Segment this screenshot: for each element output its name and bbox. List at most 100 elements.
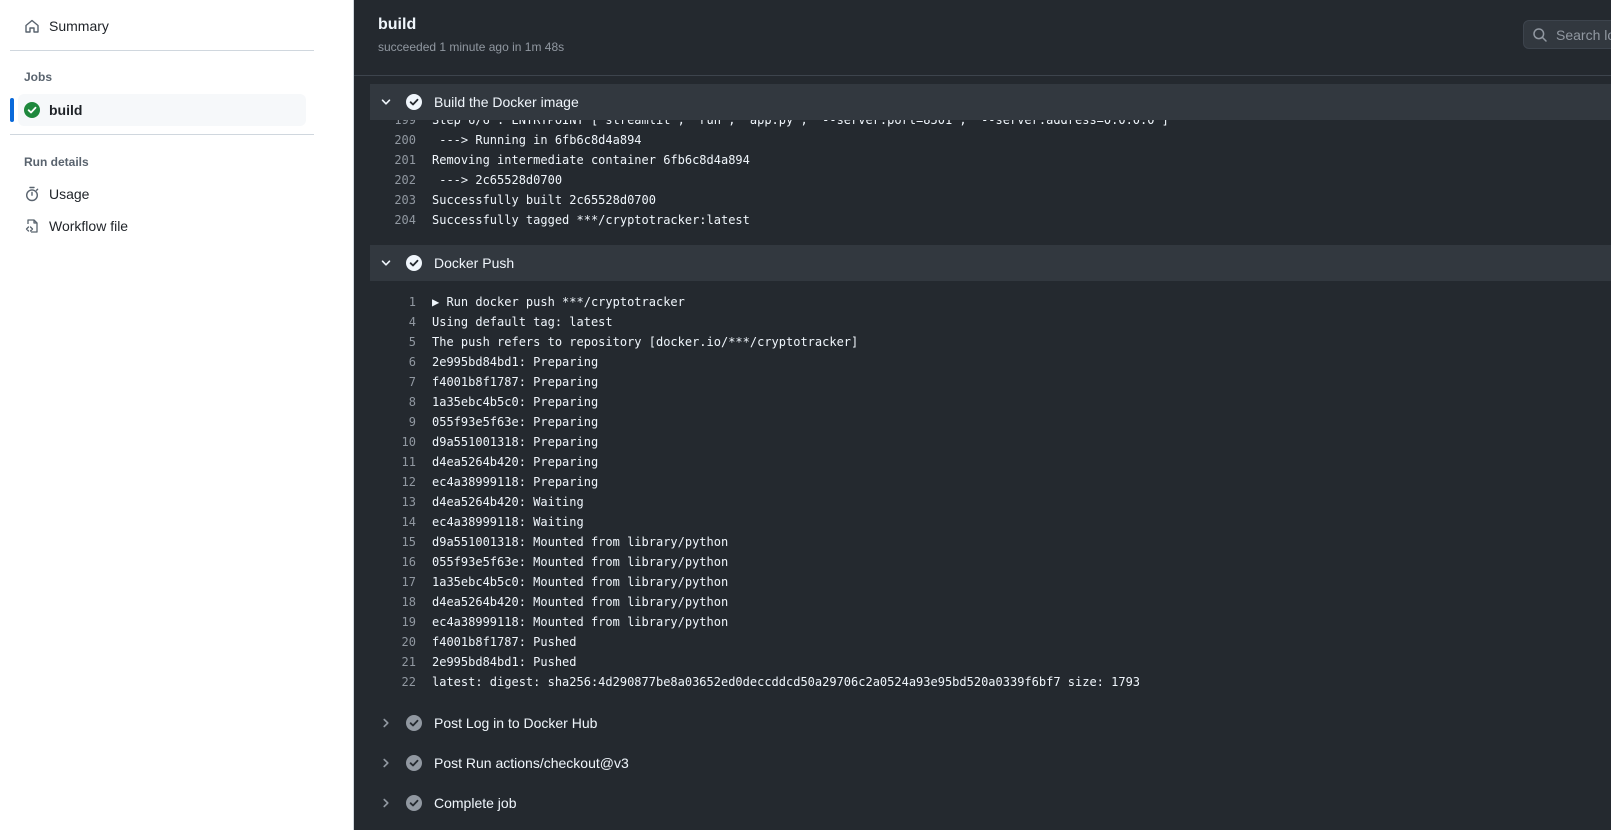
sidebar-divider (10, 134, 314, 135)
sidebar-item-build[interactable]: build (18, 94, 306, 126)
log-line: 13 d4ea5264b420: Waiting (370, 492, 1611, 512)
log-text: Successfully built 2c65528d0700 (432, 193, 656, 207)
line-number[interactable]: 202 (370, 173, 416, 187)
log-text: d4ea5264b420: Preparing (432, 455, 599, 469)
log-line: 199 Step 6/6 : ENTRYPOINT ["streamlit", "… (370, 120, 1611, 130)
log-line: 10 d9a551001318: Preparing (370, 432, 1611, 452)
line-number[interactable]: 1 (370, 295, 416, 309)
log-line: 203 Successfully built 2c65528d0700 (370, 190, 1611, 210)
step-title: Complete job (434, 795, 517, 811)
log-line: 19 ec4a38999118: Mounted from library/pyt… (370, 612, 1611, 632)
log-line: 6 2e995bd84bd1: Preparing (370, 352, 1611, 372)
search-placeholder: Search lo (1556, 26, 1611, 43)
log-line: 18 d4ea5264b420: Mounted from library/pyt… (370, 592, 1611, 612)
line-number[interactable]: 6 (370, 355, 416, 369)
line-number[interactable]: 7 (370, 375, 416, 389)
log-line: 204 Successfully tagged ***/cryptotracker… (370, 210, 1611, 230)
log-text: d4ea5264b420: Mounted from library/pytho… (432, 595, 729, 609)
log-line: 1 ▶ Run docker push ***/cryptotracker (370, 292, 1611, 312)
line-number[interactable]: 14 (370, 515, 416, 529)
line-number[interactable]: 5 (370, 335, 416, 349)
line-number[interactable]: 201 (370, 153, 416, 167)
log-line: 12 ec4a38999118: Preparing (370, 472, 1611, 492)
log-line: 16 055f93e5f63e: Mounted from library/pyt… (370, 552, 1611, 572)
step-build-docker-image[interactable]: Build the Docker image (370, 84, 1611, 120)
line-number[interactable]: 16 (370, 555, 416, 569)
build-image-log: 199 Step 6/6 : ENTRYPOINT ["streamlit", "… (370, 120, 1611, 237)
line-number[interactable]: 17 (370, 575, 416, 589)
log-text: f4001b8f1787: Pushed (432, 635, 577, 649)
check-circle-icon (406, 94, 422, 110)
docker-push-log: 1 ▶ Run docker push ***/cryptotracker 4 Usi… (370, 292, 1611, 692)
sidebar-item-usage[interactable]: Usage (18, 178, 306, 210)
log-line: 7 f4001b8f1787: Preparing (370, 372, 1611, 392)
step-post-checkout[interactable]: Post Run actions/checkout@v3 (370, 745, 1611, 781)
line-number[interactable]: 200 (370, 133, 416, 147)
check-circle-icon (406, 795, 422, 811)
chevron-right-icon (378, 795, 394, 811)
line-number[interactable]: 20 (370, 635, 416, 649)
log-text: The push refers to repository [docker.io… (432, 335, 859, 349)
log-text: 055f93e5f63e: Preparing (432, 415, 599, 429)
chevron-down-icon (378, 94, 394, 110)
job-status: succeeded 1 minute ago in 1m 48s (378, 40, 565, 54)
log-text: d9a551001318: Mounted from library/pytho… (432, 535, 729, 549)
line-number[interactable]: 204 (370, 213, 416, 227)
line-number[interactable]: 8 (370, 395, 416, 409)
log-lines: 199 Step 6/6 : ENTRYPOINT ["streamlit", "… (370, 120, 1611, 230)
check-circle-icon (406, 255, 422, 271)
log-text: ---> Running in 6fb6c8d4a894 (432, 133, 642, 147)
search-logs-input[interactable]: Search lo (1523, 20, 1611, 49)
step-title: Post Log in to Docker Hub (434, 715, 598, 731)
line-number[interactable]: 18 (370, 595, 416, 609)
log-text: ---> 2c65528d0700 (432, 173, 563, 187)
line-number[interactable]: 21 (370, 655, 416, 669)
line-number[interactable]: 9 (370, 415, 416, 429)
search-icon (1532, 27, 1548, 43)
line-number[interactable]: 22 (370, 675, 416, 689)
log-text: ▶ Run docker push ***/cryptotracker (432, 295, 685, 309)
log-text: ec4a38999118: Waiting (432, 515, 584, 529)
log-text: Removing intermediate container 6fb6c8d4… (432, 153, 750, 167)
chevron-right-icon (378, 715, 394, 731)
check-circle-icon (406, 715, 422, 731)
sidebar-item-summary[interactable]: Summary (18, 10, 306, 42)
step-complete-job[interactable]: Complete job (370, 785, 1611, 821)
log-text: 055f93e5f63e: Mounted from library/pytho… (432, 555, 729, 569)
jobs-heading: Jobs (24, 70, 53, 84)
sidebar-item-label: Summary (49, 18, 109, 34)
line-number[interactable]: 12 (370, 475, 416, 489)
chevron-right-icon (378, 755, 394, 771)
sidebar-item-workflow-file[interactable]: Workflow file (18, 210, 306, 242)
file-code-icon (24, 218, 40, 234)
line-number[interactable]: 13 (370, 495, 416, 509)
log-line: 15 d9a551001318: Mounted from library/pyt… (370, 532, 1611, 552)
log-text: 2e995bd84bd1: Preparing (432, 355, 599, 369)
log-text: f4001b8f1787: Preparing (432, 375, 599, 389)
log-line: 8 1a35ebc4b5c0: Preparing (370, 392, 1611, 412)
log-panel: build succeeded 1 minute ago in 1m 48s S… (354, 0, 1611, 830)
step-title: Build the Docker image (434, 94, 579, 110)
line-number[interactable]: 19 (370, 615, 416, 629)
sidebar-item-label: build (49, 102, 83, 118)
line-number[interactable]: 203 (370, 193, 416, 207)
chevron-down-icon (378, 255, 394, 271)
step-post-login[interactable]: Post Log in to Docker Hub (370, 705, 1611, 741)
log-line: 4 Using default tag: latest (370, 312, 1611, 332)
log-line: 11 d4ea5264b420: Preparing (370, 452, 1611, 472)
log-line: 9 055f93e5f63e: Preparing (370, 412, 1611, 432)
log-text: Successfully tagged ***/cryptotracker:la… (432, 213, 750, 227)
line-number[interactable]: 15 (370, 535, 416, 549)
log-line: 17 1a35ebc4b5c0: Mounted from library/pyt… (370, 572, 1611, 592)
log-text: d4ea5264b420: Waiting (432, 495, 584, 509)
log-text: ec4a38999118: Mounted from library/pytho… (432, 615, 729, 629)
line-number[interactable]: 10 (370, 435, 416, 449)
step-docker-push[interactable]: Docker Push (370, 245, 1611, 281)
check-circle-icon (406, 755, 422, 771)
line-number[interactable]: 11 (370, 455, 416, 469)
sidebar-item-label: Usage (49, 186, 90, 202)
line-number[interactable]: 199 (370, 120, 416, 127)
line-number[interactable]: 4 (370, 315, 416, 329)
check-circle-icon (24, 102, 40, 118)
log-text: 2e995bd84bd1: Pushed (432, 655, 577, 669)
